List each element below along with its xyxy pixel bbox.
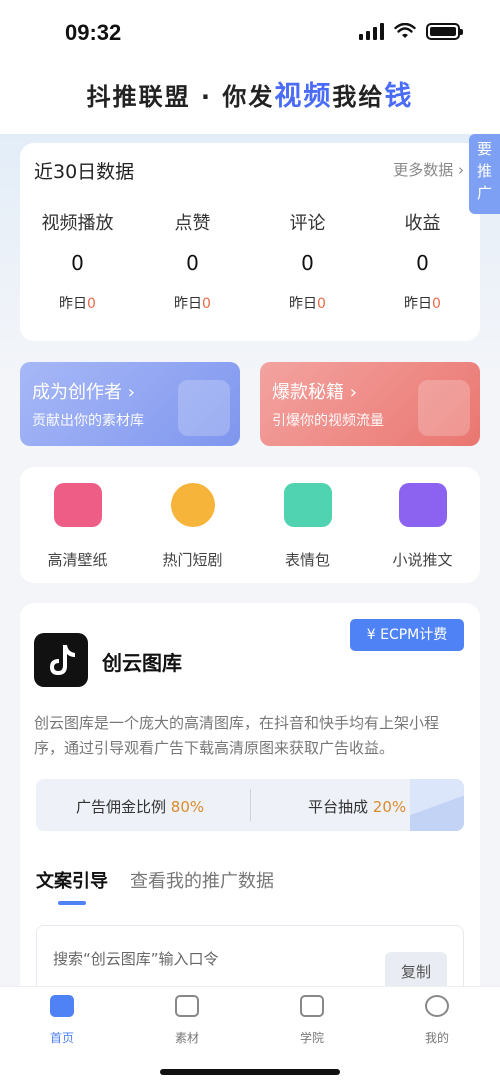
- promo-subtitle: 贡献出你的素材库: [32, 413, 144, 429]
- promo-title: 爆款秘籍 ›: [272, 382, 357, 403]
- commission-ratio: 广告佣金比例 80%: [76, 798, 205, 816]
- app-name: 创云图库: [102, 651, 182, 675]
- category-label: 高清壁纸: [47, 551, 108, 569]
- bottom-nav: 首页 素材 学院 我的: [0, 986, 500, 1083]
- battery-icon: [426, 22, 463, 40]
- signal-icon: [359, 22, 384, 40]
- category-wallpaper[interactable]: 高清壁纸: [20, 483, 135, 570]
- divider: [250, 789, 251, 821]
- status-bar: 09:32: [0, 0, 500, 66]
- envelope-deco-icon: [410, 779, 464, 831]
- more-data-link[interactable]: 更多数据 ›: [393, 159, 464, 180]
- status-time: 09:32: [65, 20, 122, 45]
- stats-card: 近30日数据 更多数据 › 视频播放 0 昨日0 点赞 0 昨日0 评论 0 昨…: [20, 143, 480, 341]
- category-label: 小说推文: [392, 551, 453, 569]
- stat-label: 视频播放: [41, 213, 114, 234]
- promote-side-tab[interactable]: 要 推 广: [469, 134, 500, 214]
- revenue-split-box: 广告佣金比例 80% 平台抽成 20%: [36, 779, 464, 831]
- ecpm-billing-button[interactable]: ¥ ECPM计费: [350, 619, 464, 651]
- tab-active-indicator: [58, 901, 86, 905]
- app-description: 创云图库是一个庞大的高清图库，在抖音和快手均有上架小程序，通过引导观看广告下载高…: [34, 714, 440, 757]
- tab-copy-guide[interactable]: 文案引导: [36, 867, 108, 893]
- stat-value: 0: [186, 251, 199, 275]
- yen-icon: ¥: [366, 627, 381, 643]
- nav-academy[interactable]: 学院: [272, 995, 352, 1046]
- status-icons: [359, 22, 463, 40]
- category-stickers[interactable]: 表情包: [250, 483, 365, 570]
- title-highlight-video: 视频: [274, 81, 333, 112]
- category-card: 高清壁纸 热门短剧 表情包 小说推文: [20, 467, 480, 583]
- title-highlight-money: 钱: [384, 81, 414, 112]
- graduation-cap-icon: [300, 995, 324, 1017]
- category-novel[interactable]: 小说推文: [365, 483, 480, 570]
- stat-value: 0: [71, 251, 84, 275]
- stat-revenue: 收益 0 昨日0: [365, 209, 480, 313]
- stat-comments: 评论 0 昨日0: [250, 209, 365, 313]
- stat-label: 收益: [404, 213, 441, 234]
- nav-profile[interactable]: 我的: [397, 995, 477, 1046]
- promo-subtitle: 引爆你的视频流量: [272, 413, 384, 429]
- copy-text: 搜索“创云图库”输入口令: [53, 950, 219, 968]
- project-card: ¥ ECPM计费 创云图库 创云图库是一个庞大的高清图库，在抖音和快手均有上架小…: [20, 603, 480, 1003]
- wifi-icon: [394, 22, 416, 38]
- home-icon: [50, 995, 74, 1017]
- stat-yesterday: 昨日0: [289, 296, 326, 312]
- chevron-right-icon: ›: [458, 161, 464, 179]
- promo-title: 成为创作者 ›: [32, 382, 135, 403]
- stat-value: 0: [301, 251, 314, 275]
- stat-yesterday: 昨日0: [404, 296, 441, 312]
- feather-badge-icon: [178, 380, 230, 436]
- tiktok-logo-icon: [34, 633, 88, 687]
- tab-my-promo-data[interactable]: 查看我的推广数据: [130, 867, 274, 893]
- header: 抖推联盟 · 你发视频我给钱: [0, 66, 500, 134]
- category-label: 热门短剧: [162, 551, 223, 569]
- book-icon: [398, 483, 447, 527]
- smiley-icon: [170, 483, 215, 527]
- wallpaper-icon: [53, 483, 102, 527]
- stat-label: 点赞: [174, 213, 211, 234]
- video-camera-icon: [175, 995, 199, 1017]
- become-creator-card[interactable]: 成为创作者 › 贡献出你的素材库: [20, 362, 240, 446]
- stat-yesterday: 昨日0: [59, 296, 96, 312]
- stat-value: 0: [416, 251, 429, 275]
- nav-home[interactable]: 首页: [22, 995, 102, 1046]
- stat-yesterday: 昨日0: [174, 296, 211, 312]
- stat-views: 视频播放 0 昨日0: [20, 209, 135, 313]
- tv-icon: [283, 483, 332, 527]
- page-title: 抖推联盟 · 你发视频我给钱: [0, 66, 500, 128]
- viral-secrets-card[interactable]: 爆款秘籍 › 引爆你的视频流量: [260, 362, 480, 446]
- nav-materials[interactable]: 素材: [147, 995, 227, 1046]
- stat-label: 评论: [289, 213, 326, 234]
- category-label: 表情包: [284, 551, 330, 569]
- category-short-drama[interactable]: 热门短剧: [135, 483, 250, 570]
- stats-grid: 视频播放 0 昨日0 点赞 0 昨日0 评论 0 昨日0 收益 0 昨日0: [20, 209, 480, 313]
- profile-icon: [425, 995, 449, 1017]
- platform-fee: 平台抽成 20%: [308, 798, 407, 816]
- home-indicator: [160, 1069, 340, 1075]
- more-data-label: 更多数据: [393, 161, 454, 179]
- title-part1: 抖推联盟 · 你发: [86, 83, 275, 111]
- stats-title: 近30日数据: [34, 161, 135, 183]
- title-part2: 我给: [332, 83, 385, 111]
- stat-likes: 点赞 0 昨日0: [135, 209, 250, 313]
- book-deco-icon: [418, 380, 470, 436]
